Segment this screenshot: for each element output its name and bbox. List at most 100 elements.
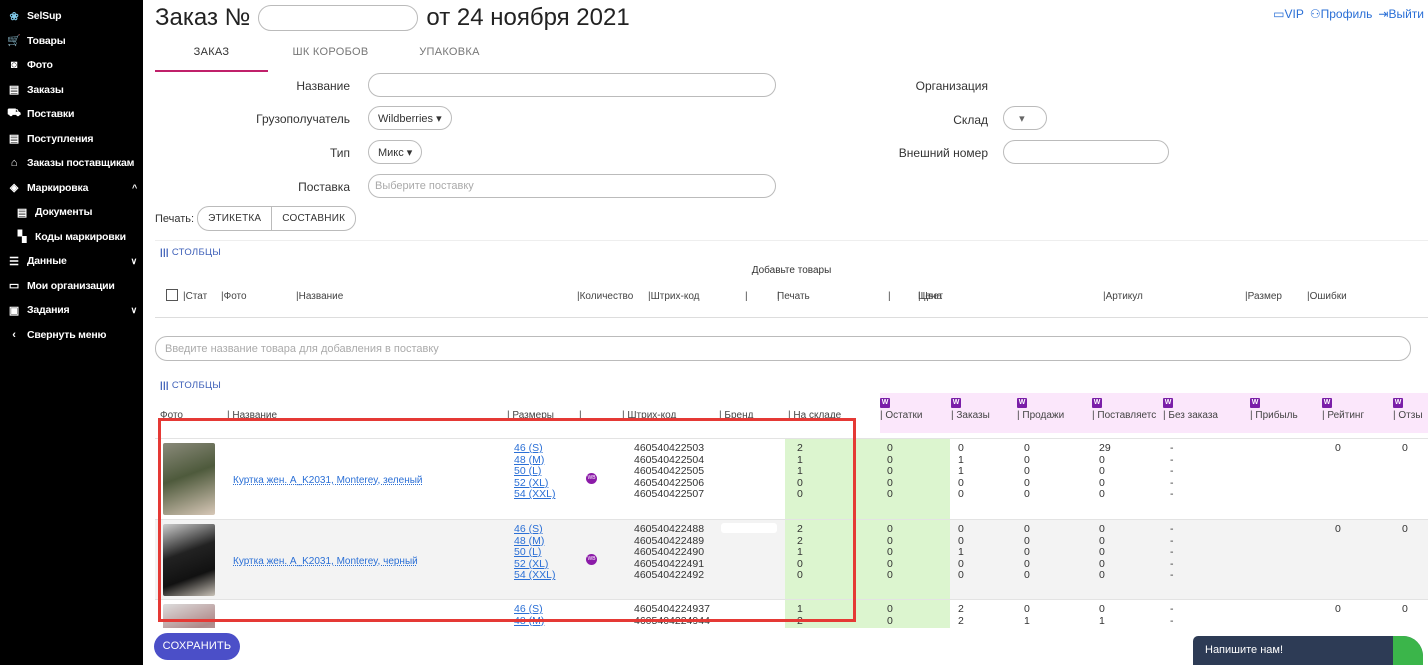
columns-toggle-2[interactable]: ||| СТОЛБЦЫ xyxy=(160,380,221,391)
external-number-input[interactable] xyxy=(1003,140,1169,164)
sidebar-item[interactable]: ⌂ Заказы поставщикам xyxy=(0,151,143,176)
reviews-cell: 0 xyxy=(1402,603,1408,615)
wb-badge-icon: W xyxy=(1163,398,1173,408)
cell-value: 0 xyxy=(1024,442,1030,454)
tab-packing[interactable]: УПАКОВКА xyxy=(393,40,506,72)
cell-value: 0 xyxy=(1099,488,1105,501)
chevron-icon[interactable]: ^ xyxy=(132,183,137,193)
cell-value: 0 xyxy=(1024,603,1030,615)
cell-value: 0 xyxy=(887,603,893,615)
sidebar-item-label: Задания xyxy=(27,304,70,317)
data-icon: ☰ xyxy=(9,255,19,268)
print-composite-button[interactable]: СОСТАВНИК xyxy=(271,207,355,230)
consignee-select[interactable]: Wildberries ▾ xyxy=(368,106,452,130)
sidebar-item-label: Фото xyxy=(27,59,53,72)
sidebar-item-label: SelSup xyxy=(27,10,62,23)
sidebar-item-label: Заказы поставщикам xyxy=(27,157,135,170)
rating-cell: 0 xyxy=(1335,442,1341,454)
supply-input[interactable]: Выберите поставку xyxy=(368,174,776,198)
cell-value: 0 xyxy=(1099,603,1105,615)
cell-value: 0 xyxy=(958,523,964,535)
highlight-box xyxy=(158,418,856,622)
warehouse-select[interactable]: ▾ xyxy=(1003,106,1047,130)
cell-sales: 00000 xyxy=(1024,523,1030,582)
name-label: Название xyxy=(296,79,350,93)
consignee-label: Грузополучатель xyxy=(256,112,350,126)
external-number-label: Внешний номер xyxy=(898,146,988,160)
chevron-left-icon: ‹ xyxy=(12,328,16,341)
sidebar: ❀ SelSup 🛒 Товары ◙ Фото ▤ Заказы ⛟ Поставки ▤ Пост… xyxy=(0,0,143,665)
profile-link[interactable]: ⚇Профиль xyxy=(1310,7,1373,21)
logout-link[interactable]: ⇥Выйти xyxy=(1378,7,1424,21)
sidebar-item[interactable]: ▚ Коды маркировки xyxy=(0,225,143,250)
reviews-cell: 0 xyxy=(1402,442,1408,454)
sidebar-item-label: Заказы xyxy=(27,83,64,96)
columns-toggle[interactable]: ||| СТОЛБЦЫ xyxy=(160,247,221,258)
clipboard-icon: ▣ xyxy=(8,304,20,317)
sidebar-item-label: Поставки xyxy=(27,108,75,121)
print-label-button[interactable]: ЭТИКЕТКА xyxy=(198,207,271,230)
order-items-panel: ||| СТОЛБЦЫ Добавьте товары | Стат | Фот… xyxy=(155,240,1428,318)
document-icon: ▤ xyxy=(8,133,20,146)
cell-value: 0 xyxy=(887,442,893,454)
cell-value: - xyxy=(1170,523,1174,535)
reviews-cell: 0 xyxy=(1402,523,1408,535)
cell-value: 2 xyxy=(958,603,964,615)
print-row: Печать: ЭТИКЕТКА СОСТАВНИК xyxy=(155,206,357,231)
list-icon: ▤ xyxy=(8,84,20,97)
tab-box-barcodes[interactable]: ШК КОРОБОВ xyxy=(268,40,393,72)
cell-value: 0 xyxy=(887,569,893,582)
sidebar-item[interactable]: ▣ Задания ∨ xyxy=(0,298,143,323)
chat-widget[interactable]: Напишите нам! xyxy=(1193,636,1423,665)
select-all-checkbox[interactable] xyxy=(166,289,178,301)
wb-badge-icon: W xyxy=(880,398,890,408)
codes-icon: ▚ xyxy=(17,231,27,244)
cell-value: 0 xyxy=(887,614,893,627)
order-number-input[interactable] xyxy=(258,5,419,31)
sidebar-item[interactable]: ☰ Данные ∨ xyxy=(0,249,143,274)
sidebar-item[interactable]: ▤ Заказы xyxy=(0,78,143,103)
name-input[interactable] xyxy=(368,73,776,97)
sidebar-item[interactable]: 🛒 Товары xyxy=(0,29,143,54)
sidebar-item[interactable]: ▤ Документы xyxy=(0,200,143,225)
vip-link[interactable]: ▭VIP xyxy=(1273,7,1304,21)
product-search-input[interactable]: Введите название товара для добавления в… xyxy=(155,336,1411,361)
sidebar-item[interactable]: ◙ Фото xyxy=(0,53,143,78)
print-button-group: ЭТИКЕТКА СОСТАВНИК xyxy=(197,206,357,231)
wb-badge-icon: W xyxy=(1092,398,1102,408)
truck-icon: ⛟ xyxy=(7,107,21,120)
cell-value: 0 xyxy=(1024,569,1030,582)
cell-value: 2 xyxy=(958,614,964,627)
tab-bar: ЗАКАЗ ШК КОРОБОВ УПАКОВКА xyxy=(155,40,506,72)
title-prefix: Заказ № xyxy=(155,4,251,31)
sidebar-item[interactable]: ▤ Поступления xyxy=(0,127,143,152)
cell-remains: 00000 xyxy=(887,442,893,501)
cell-no_order: ----- xyxy=(1170,523,1174,582)
type-select[interactable]: Микс ▾ xyxy=(368,140,423,164)
sidebar-item[interactable]: ▭ Мои организации xyxy=(0,274,143,299)
sidebar-item[interactable]: ‹ Свернуть меню xyxy=(0,323,143,348)
sidebar-item[interactable]: ◈ Маркировка ^ xyxy=(0,176,143,201)
chevron-icon[interactable]: ∨ xyxy=(131,256,138,267)
sidebar-item[interactable]: ❀ SelSup xyxy=(0,4,143,29)
cell-value: 0 xyxy=(958,442,964,454)
tab-order[interactable]: ЗАКАЗ xyxy=(155,40,268,72)
chevron-icon[interactable]: ∨ xyxy=(131,305,138,316)
cell-value: 0 xyxy=(1099,523,1105,535)
cell-supplied: 29 0 0 0 0 xyxy=(1099,442,1111,501)
sidebar-item-label: Данные xyxy=(27,255,67,268)
cart-icon: 🛒 xyxy=(7,35,21,48)
cell-value: 0 xyxy=(958,569,964,582)
page-title: Заказ № от 24 ноября 2021 xyxy=(155,4,630,32)
chat-widget-label: Напишите нам! xyxy=(1205,644,1284,656)
cell-value: - xyxy=(1170,603,1174,615)
organization-icon: ▭ xyxy=(8,280,20,293)
save-button[interactable]: СОХРАНИТЬ xyxy=(154,633,240,660)
cell-orders: 22 xyxy=(958,603,964,627)
cell-supplied: 01 xyxy=(1099,603,1105,627)
wb-badge-icon: W xyxy=(1017,398,1027,408)
sidebar-item[interactable]: ⛟ Поставки xyxy=(0,102,143,127)
cell-value: - xyxy=(1170,488,1174,501)
top-links: ▭VIP ⚇Профиль ⇥Выйти xyxy=(1273,7,1424,21)
sidebar-item-label: Коды маркировки xyxy=(35,230,126,243)
